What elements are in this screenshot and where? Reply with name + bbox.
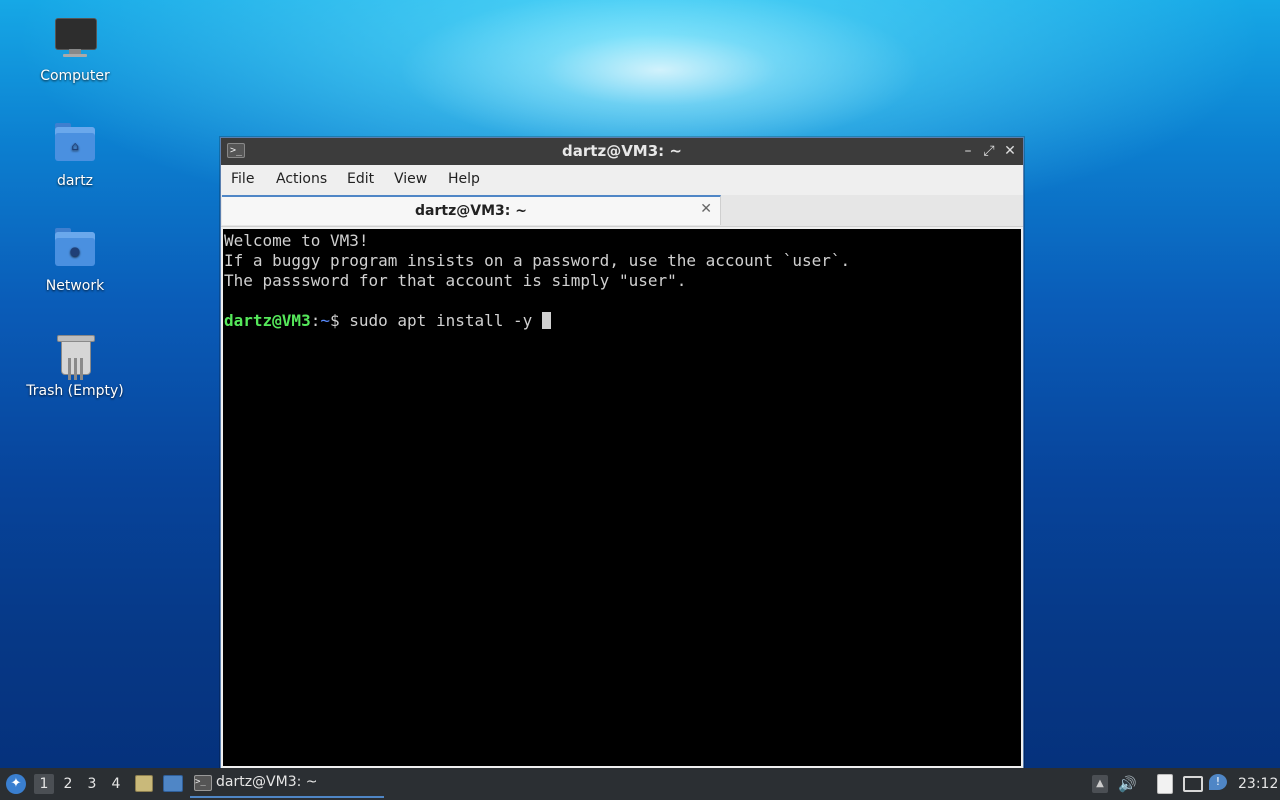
desktop-icon-network[interactable]: ● Network	[20, 226, 130, 294]
terminal-line: Welcome to VM3!	[224, 231, 369, 250]
taskbar-task-terminal[interactable]: >_ dartz@VM3: ~	[190, 770, 384, 798]
workspace-4[interactable]: 4	[106, 774, 126, 794]
terminal-command: sudo apt install -y	[349, 311, 542, 330]
clipboard-icon[interactable]	[1157, 774, 1173, 794]
desktop-icon-label: dartz	[56, 173, 94, 189]
tab-terminal[interactable]: dartz@VM3: ~ ✕	[222, 195, 721, 225]
taskbar: ✦ 1 2 3 4 >_ dartz@VM3: ~ ▲ 🔊 ! 23:12	[0, 768, 1280, 800]
terminal-cursor	[541, 312, 551, 329]
network-folder-icon: ●	[51, 226, 99, 274]
terminal-task-icon: >_	[194, 775, 212, 791]
maximize-button[interactable]: ⤢	[980, 141, 998, 161]
prompt-symbol: $	[329, 311, 350, 330]
show-desktop-icon[interactable]	[163, 775, 183, 792]
workspace-3[interactable]: 3	[82, 774, 102, 794]
terminal-prompt-line: dartz@VM3:~$ sudo apt install -y	[224, 311, 1021, 331]
tray-expand-icon[interactable]: ▲	[1092, 775, 1108, 793]
desktop-icon-home-folder[interactable]: ⌂ dartz	[20, 121, 130, 189]
tab-bar: dartz@VM3: ~ ✕	[221, 195, 1023, 227]
window-titlebar[interactable]: >_ dartz@VM3: ~ – ⤢ ✕	[221, 138, 1023, 165]
menu-view[interactable]: View	[394, 171, 427, 187]
trash-icon	[51, 331, 99, 380]
menu-file[interactable]: File	[231, 171, 254, 187]
terminal-output[interactable]: Welcome to VM3! If a buggy program insist…	[223, 229, 1021, 766]
close-button[interactable]: ✕	[1001, 141, 1019, 161]
task-label: dartz@VM3: ~	[216, 774, 318, 790]
prompt-separator: :	[310, 311, 321, 330]
desktop-icon-label: Computer	[40, 68, 110, 84]
volume-icon[interactable]: 🔊	[1118, 775, 1137, 793]
menu-actions[interactable]: Actions	[276, 171, 327, 187]
terminal-line: The passsword for that account is simply…	[224, 271, 687, 290]
computer-icon	[51, 16, 99, 64]
home-folder-icon: ⌂	[51, 121, 99, 169]
window-title: dartz@VM3: ~	[562, 142, 682, 160]
desktop-icon-label: Network	[45, 278, 105, 294]
terminal-window: >_ dartz@VM3: ~ – ⤢ ✕ File Actions Edit …	[220, 137, 1024, 769]
prompt-path: ~	[320, 311, 330, 330]
desktop-icon-trash[interactable]: Trash (Empty)	[20, 331, 130, 399]
tab-label: dartz@VM3: ~	[415, 203, 527, 219]
network-icon[interactable]	[1183, 776, 1203, 792]
menu-edit[interactable]: Edit	[347, 171, 374, 187]
prompt-user: dartz@VM3	[224, 311, 311, 330]
desktop-icon-computer[interactable]: Computer	[20, 16, 130, 84]
file-manager-icon[interactable]	[135, 775, 153, 792]
minimize-button[interactable]: –	[959, 141, 977, 161]
desktop-icon-label: Trash (Empty)	[26, 383, 124, 399]
menu-help[interactable]: Help	[448, 171, 480, 187]
tab-close-icon[interactable]: ✕	[700, 201, 712, 217]
workspace-2[interactable]: 2	[58, 774, 78, 794]
menubar: File Actions Edit View Help	[221, 165, 1023, 195]
notification-icon[interactable]: !	[1209, 774, 1227, 790]
clock[interactable]: 23:12	[1238, 768, 1278, 800]
start-menu-icon[interactable]: ✦	[6, 774, 26, 794]
terminal-line: If a buggy program insists on a password…	[224, 251, 851, 270]
workspace-1[interactable]: 1	[34, 774, 54, 794]
